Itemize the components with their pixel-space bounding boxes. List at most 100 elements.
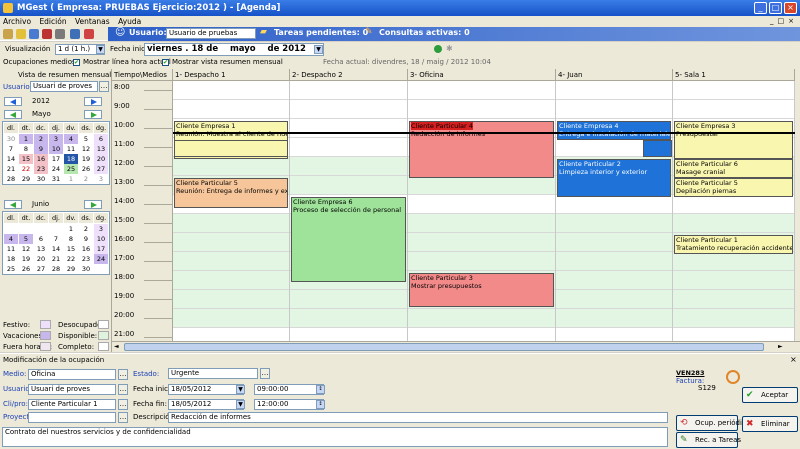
agenda-event[interactable]: Cliente Particular 4Redacción de informe…: [409, 120, 554, 178]
day-cell[interactable]: 26: [19, 264, 33, 274]
day-cell[interactable]: 7: [49, 234, 63, 244]
chk-vista-resumen[interactable]: ✔: [162, 59, 169, 66]
folder-icon[interactable]: ▰: [260, 27, 267, 37]
form-close-icon[interactable]: ×: [790, 355, 797, 364]
prev-month-button[interactable]: [4, 110, 22, 119]
cli-picker[interactable]: …: [118, 399, 128, 410]
day-cell[interactable]: 8: [19, 144, 33, 154]
day-cell[interactable]: 9: [79, 234, 93, 244]
day-cell[interactable]: 26: [79, 164, 93, 174]
day-cell[interactable]: 11: [64, 144, 78, 154]
day-cell[interactable]: 3: [94, 174, 108, 184]
help-icon[interactable]: [70, 29, 80, 39]
day-cell[interactable]: 15: [64, 244, 78, 254]
day-cell[interactable]: 2: [79, 224, 93, 234]
descripcion-field[interactable]: Redacción de informes: [168, 412, 668, 423]
agenda-event[interactable]: Cliente Empresa 6 Proceso de selección de…: [291, 196, 406, 283]
ocup-periodica-button[interactable]: ⟲ Ocup. periódica: [676, 415, 750, 431]
day-cell[interactable]: 19: [19, 254, 33, 264]
day-cell[interactable]: 16: [34, 154, 48, 164]
grid-row[interactable]: [173, 214, 795, 233]
next-year-button[interactable]: [84, 97, 102, 106]
day-cell[interactable]: 9: [34, 144, 48, 154]
day-cell[interactable]: 13: [94, 144, 108, 154]
day-cell[interactable]: 24: [94, 254, 108, 264]
menu-archivo[interactable]: Archivo: [0, 16, 34, 27]
day-cell[interactable]: 17: [49, 154, 63, 164]
day-cell[interactable]: 30: [34, 174, 48, 184]
column-header-5[interactable]: 5- Sala 1: [673, 69, 795, 81]
cli-field[interactable]: Cliente Particular 1: [28, 399, 116, 410]
grid-row[interactable]: [173, 328, 795, 341]
mdi-controls[interactable]: _□×: [756, 17, 798, 26]
day-cell[interactable]: 14: [4, 154, 18, 164]
refresh-icon[interactable]: [434, 45, 442, 53]
calendar-icon[interactable]: [42, 29, 52, 39]
day-cell[interactable]: 16: [79, 244, 93, 254]
agenda-event-continuation[interactable]: [174, 139, 288, 157]
day-cell[interactable]: 11: [4, 244, 18, 254]
day-cell[interactable]: 14: [49, 244, 63, 254]
left-usuario-field[interactable]: Usuari de proves: [30, 81, 98, 92]
rec-tareas-button[interactable]: ✎ Rec. a Tareas: [676, 432, 741, 448]
day-cell[interactable]: 21: [4, 164, 18, 174]
day-cell[interactable]: 27: [94, 164, 108, 174]
chevron-down-icon[interactable]: ▼: [96, 45, 105, 54]
eliminar-button[interactable]: ✖ Eliminar: [742, 416, 798, 432]
print-icon[interactable]: [55, 29, 65, 39]
consultas-icon[interactable]: ✎: [365, 27, 373, 37]
fecha-fin-field[interactable]: 18/05/2012: [168, 399, 244, 410]
day-cell[interactable]: 4: [4, 234, 18, 244]
day-cell[interactable]: 12: [79, 144, 93, 154]
usuario-picker[interactable]: …: [118, 384, 128, 395]
day-cell[interactable]: 29: [19, 174, 33, 184]
scroll-right-icon[interactable]: ►: [778, 343, 786, 351]
proyecto-field[interactable]: [28, 412, 116, 423]
maximize-button[interactable]: □: [769, 2, 782, 14]
day-cell[interactable]: 20: [94, 154, 108, 164]
column-header-2[interactable]: 2- Despacho 2: [290, 69, 408, 81]
day-cell[interactable]: 27: [34, 264, 48, 274]
day-cell[interactable]: 13: [34, 244, 48, 254]
agenda-event[interactable]: Cliente Particular 5 Depilación piernas: [674, 177, 793, 197]
day-cell[interactable]: 18: [64, 154, 78, 164]
column-header-3[interactable]: 3- Oficina: [408, 69, 556, 81]
day-cell[interactable]: 12: [19, 244, 33, 254]
day-cell[interactable]: 5: [19, 234, 33, 244]
day-cell[interactable]: 23: [79, 254, 93, 264]
doc-code[interactable]: VEN283: [676, 369, 704, 377]
medio-picker[interactable]: …: [118, 369, 128, 380]
settings-icon[interactable]: ✱: [446, 45, 454, 53]
hora-inicio-field[interactable]: 09:00:00: [254, 384, 324, 395]
scroll-left-icon[interactable]: ◄: [114, 343, 122, 351]
agenda-event-continuation[interactable]: [643, 139, 672, 157]
menu-ventanas[interactable]: Ventanas: [72, 16, 113, 27]
day-cell[interactable]: 30: [4, 134, 18, 144]
medio-field[interactable]: Oficina: [28, 369, 116, 380]
horizontal-scrollbar[interactable]: ◄ ►: [112, 341, 800, 352]
fi-chevron-down-icon[interactable]: ▼: [236, 385, 245, 394]
day-cell[interactable]: 4: [64, 134, 78, 144]
day-cell[interactable]: 19: [79, 154, 93, 164]
hscroll-thumb[interactable]: [124, 343, 764, 351]
day-cell[interactable]: 25: [64, 164, 78, 174]
users-icon[interactable]: [16, 29, 26, 39]
day-cell[interactable]: 1: [64, 174, 78, 184]
day-cell[interactable]: 23: [34, 164, 48, 174]
column-header-4[interactable]: 4- Juan: [556, 69, 673, 81]
estado-picker[interactable]: …: [260, 368, 270, 379]
next-month2-button[interactable]: [84, 200, 102, 209]
day-cell[interactable]: 3: [49, 134, 63, 144]
day-cell[interactable]: 31: [49, 174, 63, 184]
day-cell[interactable]: 10: [49, 144, 63, 154]
ff-chevron-down-icon[interactable]: ▼: [236, 400, 245, 409]
notes-textarea[interactable]: Contrato del nuestros servicios y de con…: [2, 427, 668, 447]
day-cell[interactable]: 18: [4, 254, 18, 264]
hora-fin-field[interactable]: 12:00:00: [254, 399, 324, 410]
agenda-event[interactable]: Cliente Particular 6 Masage cranial: [674, 158, 793, 178]
hi-spinner-icon[interactable]: ↕: [316, 385, 325, 394]
day-cell[interactable]: 22: [19, 164, 33, 174]
chk-linea-hora[interactable]: ✔: [73, 59, 80, 66]
grid-row[interactable]: [173, 100, 795, 119]
consultas-activas[interactable]: Consultas activas: 0: [379, 28, 470, 37]
